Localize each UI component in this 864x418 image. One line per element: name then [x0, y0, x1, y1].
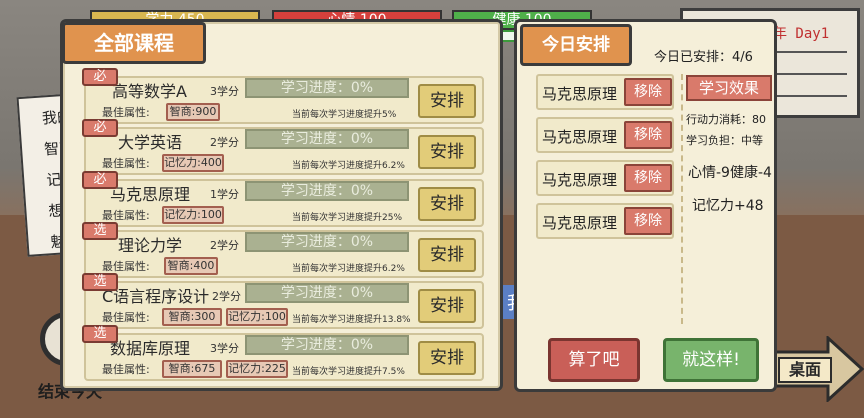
attribute-requirement: 智商:900 [166, 103, 220, 121]
attribute-requirement: 智商:675 [162, 360, 222, 378]
course-progress-bar: 学习进度：0% [245, 78, 409, 98]
progress-gain-note: 当前每次学习进度提升25% [292, 213, 403, 223]
best-attribute-label: 最佳属性: [102, 363, 150, 376]
course-type-tag: 选 [82, 273, 118, 291]
course-credits: 2学分 [212, 290, 241, 303]
attribute-requirement: 智商:400 [164, 257, 218, 275]
study-effect-title: 学习效果 [686, 75, 772, 101]
scheduled-item: 马克思原理 移除 [536, 160, 674, 196]
course-name: 数据库原理 [110, 339, 191, 358]
mood-health-change: 心情-9健康-4 [688, 165, 772, 181]
attribute-requirement: 记忆力:400 [162, 154, 224, 172]
progress-gain-note: 当前每次学习进度提升7.5% [292, 367, 405, 377]
course-type-tag: 必 [82, 68, 118, 86]
scheduled-item-name: 马克思原理 [542, 214, 618, 232]
attribute-requirement: 智商:300 [162, 308, 222, 326]
best-attribute-label: 最佳属性: [102, 157, 150, 170]
course-name: 大学英语 [118, 133, 183, 152]
remove-button[interactable]: 移除 [624, 207, 672, 235]
course-name: 马克思原理 [110, 185, 191, 204]
progress-text: 学习进度：0% [280, 183, 374, 199]
progress-text: 学习进度：0% [280, 285, 374, 301]
attribute-requirement: 记忆力:225 [226, 360, 288, 378]
desktop-label[interactable]: 桌面 [778, 357, 832, 383]
scheduled-item-name: 马克思原理 [542, 171, 618, 189]
course-type-tag: 必 [82, 171, 118, 189]
energy-cost: 行动力消耗：80 [686, 113, 766, 126]
best-attribute-label: 最佳属性: [102, 260, 150, 273]
course-credits: 2学分 [210, 136, 239, 149]
study-burden: 学习负担：中等 [686, 134, 763, 147]
scheduled-count: 今日已安排：4/6 [654, 50, 753, 65]
best-attribute-label: 最佳属性: [102, 106, 150, 119]
course-progress-bar: 学习进度：0% [245, 283, 409, 303]
arrange-button[interactable]: 安排 [418, 187, 476, 221]
scheduled-item: 马克思原理 移除 [536, 203, 674, 239]
course-progress-bar: 学习进度：0% [245, 181, 409, 201]
scheduled-item: 马克思原理 移除 [536, 117, 674, 153]
course-credits: 3学分 [210, 342, 239, 355]
course-name: 理论力学 [118, 236, 183, 255]
course-type-tag: 必 [82, 119, 118, 137]
course-credits: 1学分 [210, 188, 239, 201]
remove-button[interactable]: 移除 [624, 121, 672, 149]
progress-text: 学习进度：0% [280, 80, 374, 96]
all-courses-title: 全部课程 [62, 22, 206, 64]
arrange-button[interactable]: 安排 [418, 289, 476, 323]
attribute-requirement: 记忆力:100 [162, 206, 224, 224]
course-type-tag: 选 [82, 325, 118, 343]
arrange-button[interactable]: 安排 [418, 341, 476, 375]
arrange-button[interactable]: 安排 [418, 84, 476, 118]
remove-button[interactable]: 移除 [624, 78, 672, 106]
course-name: C语言程序设计 [102, 287, 210, 306]
best-attribute-label: 最佳属性: [102, 209, 150, 222]
course-credits: 2学分 [210, 239, 239, 252]
progress-gain-note: 当前每次学习进度提升6.2% [292, 161, 405, 171]
progress-text: 学习进度：0% [280, 131, 374, 147]
scheduled-item: 马克思原理 移除 [536, 74, 674, 110]
arrange-button[interactable]: 安排 [418, 238, 476, 272]
remove-button[interactable]: 移除 [624, 164, 672, 192]
scheduled-item-name: 马克思原理 [542, 85, 618, 103]
confirm-button[interactable]: 就这样! [663, 338, 759, 382]
attribute-requirement: 记忆力:100 [226, 308, 288, 326]
progress-gain-note: 当前每次学习进度提升5% [292, 110, 397, 120]
scheduled-item-name: 马克思原理 [542, 128, 618, 146]
course-credits: 3学分 [210, 85, 239, 98]
course-progress-bar: 学习进度：0% [245, 335, 409, 355]
course-progress-bar: 学习进度：0% [245, 129, 409, 149]
cancel-button[interactable]: 算了吧 [548, 338, 640, 382]
course-type-tag: 选 [82, 222, 118, 240]
progress-text: 学习进度：0% [280, 234, 374, 250]
best-attribute-label: 最佳属性: [102, 311, 150, 324]
arrange-button[interactable]: 安排 [418, 135, 476, 169]
course-progress-bar: 学习进度：0% [245, 232, 409, 252]
progress-text: 学习进度：0% [280, 337, 374, 353]
progress-gain-note: 当前每次学习进度提升6.2% [292, 264, 405, 274]
course-name: 高等数学A [112, 82, 187, 101]
divider [681, 74, 683, 324]
memory-gain: 记忆力+48 [692, 198, 764, 214]
today-schedule-title: 今日安排 [520, 24, 632, 66]
progress-gain-note: 当前每次学习进度提升13.8% [292, 315, 411, 325]
